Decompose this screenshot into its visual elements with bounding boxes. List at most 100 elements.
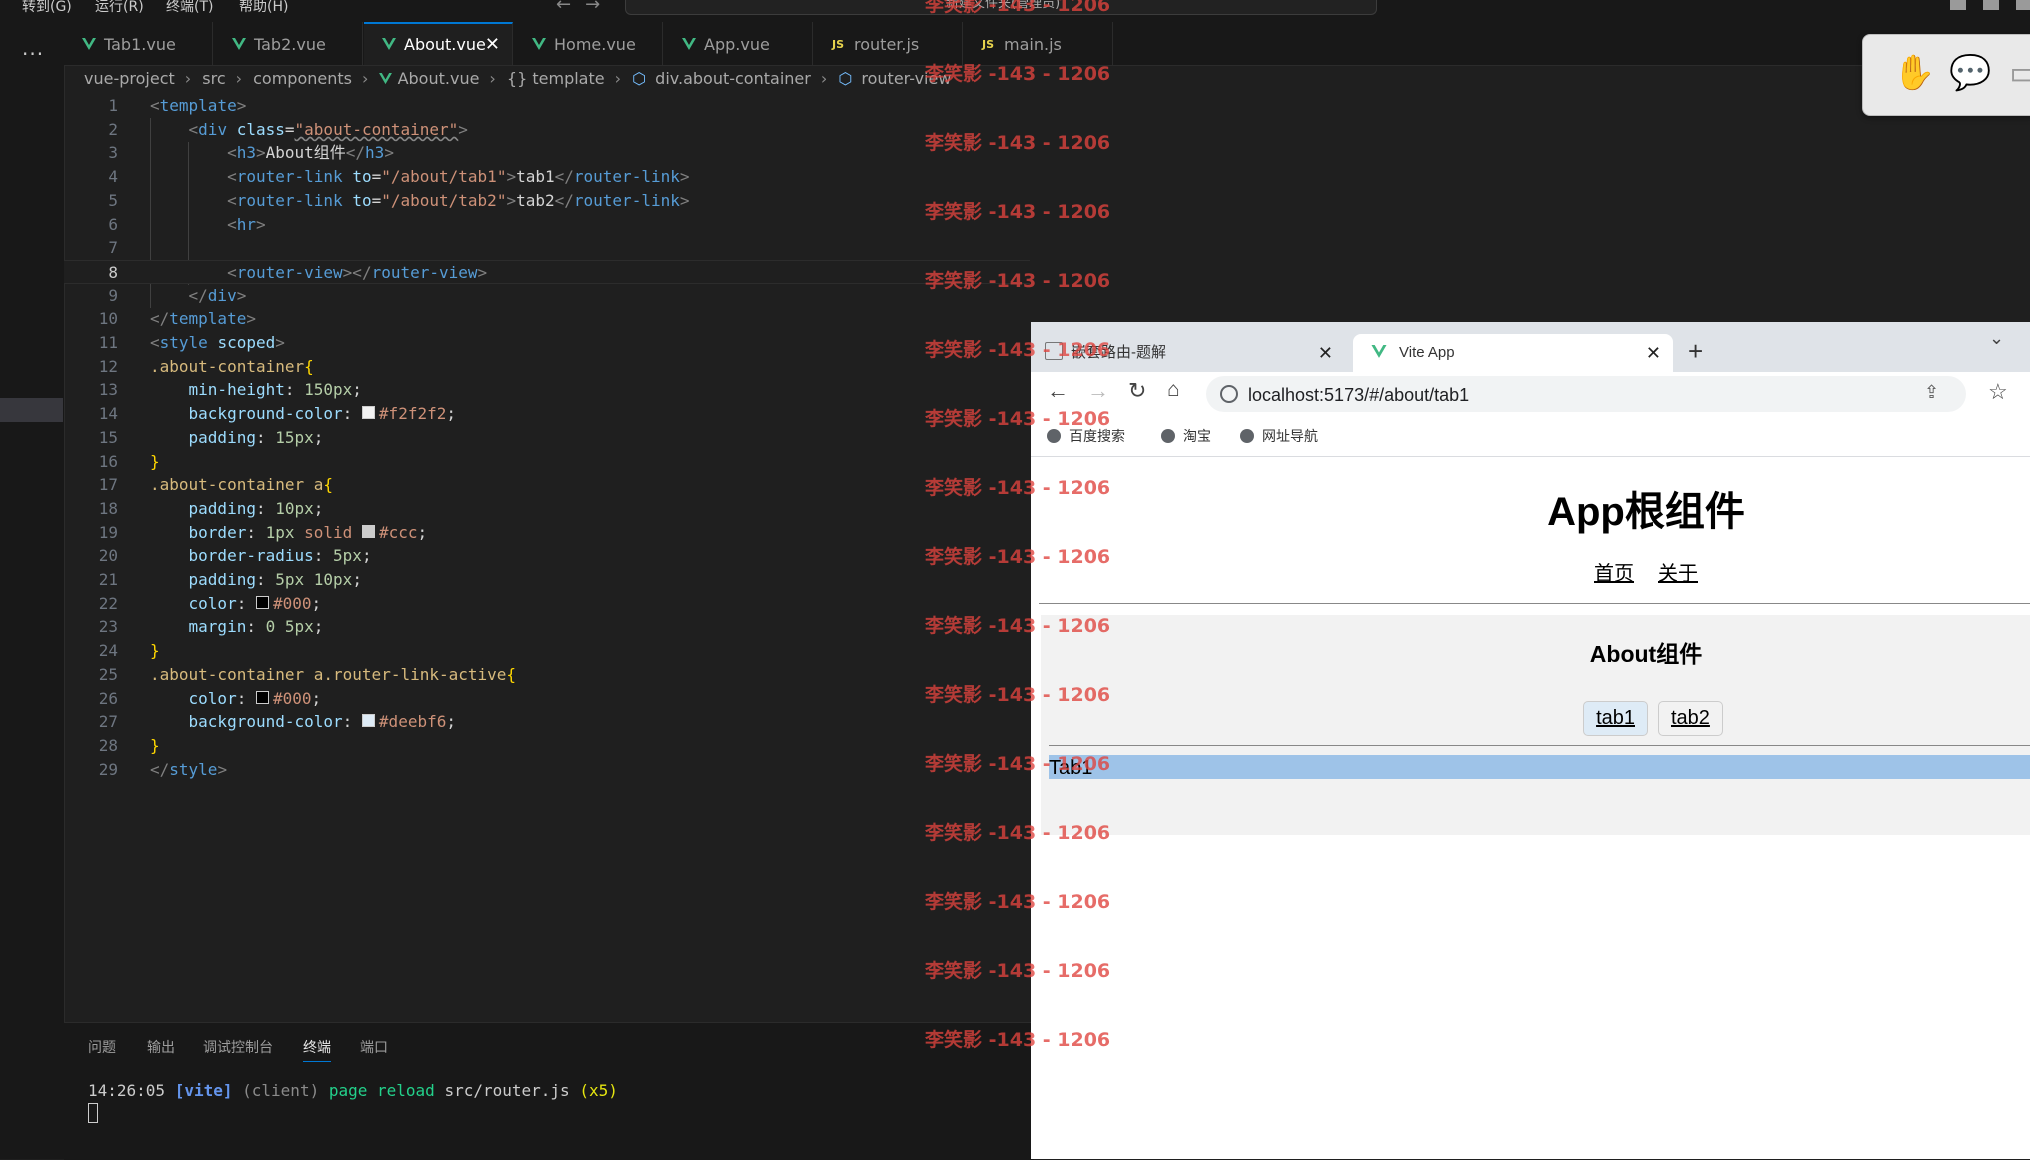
terminal-client: (client) <box>242 1081 320 1100</box>
back-icon[interactable]: ← <box>1047 378 1069 404</box>
browser-toolbar: ← → ↻ ⌂ localhost:5173/#/about/tab1 ⇪ ☆ <box>1031 372 2030 416</box>
tab-tab2-vue[interactable]: Tab2.vue <box>214 22 363 65</box>
code-editor[interactable]: 1 <template> 2 <div class="about-containe… <box>64 94 1030 1014</box>
panel-tab-problems[interactable]: 问题 <box>88 1037 116 1057</box>
menu-help[interactable]: 帮助(H) <box>239 0 288 16</box>
line-number: 3 <box>108 143 118 163</box>
share-icon[interactable]: ⇪ <box>1924 382 1939 403</box>
breadcrumb: vue-project › src › components › About.vue ›… <box>84 69 955 91</box>
breadcrumb-item[interactable]: {} template <box>507 69 605 88</box>
code-token: template <box>169 309 247 329</box>
code-line: 21 padding: 5px 10px; <box>64 568 1030 592</box>
code-line: 13 min-height: 150px; <box>64 378 1030 402</box>
comment-icon[interactable]: 💬 <box>1949 53 1991 93</box>
tab-label: Tab1.vue <box>104 35 176 54</box>
code-token: "about-container" <box>294 119 459 139</box>
app-nav: 首页 关于 <box>1031 557 2030 586</box>
terminal-time: 14:26:05 <box>88 1081 166 1100</box>
tab-tab1-vue[interactable]: Tab1.vue <box>64 22 213 65</box>
home-icon[interactable]: ⌂ <box>1167 378 1180 402</box>
menu-run[interactable]: 运行(R) <box>95 0 144 16</box>
router-link-tab2[interactable]: tab2 <box>1658 701 1723 736</box>
layout-toggle-icon[interactable] <box>1950 0 1966 10</box>
watermark-text: 李笑影 -143 - 1206 <box>925 270 1111 292</box>
info-icon[interactable] <box>1220 385 1238 403</box>
line-number: 1 <box>108 96 118 115</box>
close-icon[interactable]: ✕ <box>1318 334 1333 372</box>
clipboard-icon[interactable]: ▭ <box>2009 53 2030 93</box>
code-token: template <box>159 96 237 115</box>
chevron-right-icon: › <box>184 69 192 88</box>
bookmark-item[interactable]: 网址导航 <box>1240 426 1318 446</box>
code-token: style <box>169 759 218 779</box>
color-swatch[interactable] <box>361 406 375 420</box>
breadcrumb-item[interactable]: About.vue <box>398 69 480 88</box>
code-line: 27 background-color: #deebf6; <box>64 710 1030 734</box>
code-token: solid <box>304 522 353 542</box>
router-link-tab1[interactable]: tab1 <box>1583 701 1648 736</box>
terminal-tag: [vite] <box>174 1081 233 1100</box>
tab-home-vue[interactable]: Home.vue <box>514 22 663 65</box>
terminal-output[interactable]: 14:26:05 [vite] (client) page reload src… <box>88 1081 618 1100</box>
breadcrumb-item[interactable]: div.about-container <box>655 69 811 88</box>
activity-bar: ··· <box>0 22 65 1159</box>
menu-terminal[interactable]: 终端(T) <box>166 0 213 16</box>
breadcrumb-item[interactable]: components <box>253 69 352 88</box>
code-line: 20 border-radius: 5px; <box>64 544 1030 568</box>
code-token: padding <box>188 498 256 518</box>
new-tab-button[interactable]: + <box>1688 336 1703 367</box>
forward-icon[interactable]: → <box>1087 378 1109 404</box>
reload-icon[interactable]: ↻ <box>1128 378 1146 404</box>
cube-icon: ⬡ <box>838 69 853 88</box>
code-line: 7 <box>64 236 1030 260</box>
terminal-file: src/router.js <box>444 1081 570 1100</box>
panel-toggle-icon[interactable] <box>1983 0 1999 10</box>
breadcrumb-item[interactable]: vue-project <box>84 69 175 88</box>
terminal-count: (x5) <box>579 1081 618 1100</box>
nav-arrows-icon[interactable]: ←→ <box>556 0 614 15</box>
sidebar-toggle-icon[interactable] <box>2016 0 2030 10</box>
url-text: localhost:5173/#/about/tab1 <box>1248 385 1470 405</box>
browser-tab-vite-app[interactable]: Vite App ✕ <box>1353 334 1673 372</box>
close-icon[interactable]: ✕ <box>485 24 500 66</box>
panel-tab-terminal[interactable]: 终端 <box>303 1037 331 1062</box>
address-bar[interactable]: localhost:5173/#/about/tab1 ⇪ <box>1206 376 1966 412</box>
watermark-text: 李笑影 -143 - 1206 <box>925 1029 1111 1051</box>
tab-app-vue[interactable]: App.vue <box>664 22 813 65</box>
bookmark-star-icon[interactable]: ☆ <box>1988 379 2008 405</box>
nav-link-home[interactable]: 首页 <box>1594 563 1634 585</box>
panel-tab-debug-console[interactable]: 调试控制台 <box>203 1037 273 1057</box>
hand-icon[interactable]: ✋ <box>1893 53 1935 93</box>
code-line: 19 border: 1px solid #ccc; <box>64 521 1030 545</box>
color-swatch[interactable] <box>255 595 269 609</box>
code-token: tab1 <box>516 167 555 187</box>
tab-label: Tab2.vue <box>254 35 326 54</box>
color-swatch[interactable] <box>361 524 375 538</box>
watermark-text: 李笑影 -143 - 1206 <box>925 753 1111 775</box>
code-line: 14 background-color: #f2f2f2; <box>64 402 1030 426</box>
vue-icon <box>532 38 546 50</box>
watermark-text: 李笑影 -143 - 1206 <box>925 615 1111 637</box>
code-line: 29 </style> <box>64 758 1030 782</box>
nav-link-about[interactable]: 关于 <box>1658 563 1698 585</box>
bookmark-item[interactable]: 淘宝 <box>1161 426 1211 446</box>
panel-tab-ports[interactable]: 端口 <box>360 1037 388 1057</box>
line-number: 25 <box>98 664 118 684</box>
tab-about-vue[interactable]: About.vue ✕ <box>364 22 513 65</box>
code-token: class <box>236 119 285 139</box>
chevron-down-icon[interactable]: ⌄ <box>1989 328 2004 349</box>
panel-tab-output[interactable]: 输出 <box>147 1037 175 1057</box>
bookmark-label: 淘宝 <box>1183 428 1211 444</box>
more-icon[interactable]: ··· <box>22 42 44 66</box>
close-icon[interactable]: ✕ <box>1646 334 1661 372</box>
color-swatch[interactable] <box>255 690 269 704</box>
code-token: 1px <box>265 522 295 542</box>
breadcrumb-item[interactable]: src <box>202 69 225 88</box>
watermark-text: 李笑影 -143 - 1206 <box>925 960 1111 982</box>
code-token: color <box>188 688 237 708</box>
menu-goto[interactable]: 转到(G) <box>22 0 72 16</box>
line-number: 11 <box>98 333 118 352</box>
code-line: 9 </div> <box>64 284 1030 308</box>
code-token: #deebf6 <box>378 712 447 732</box>
color-swatch[interactable] <box>361 714 375 728</box>
